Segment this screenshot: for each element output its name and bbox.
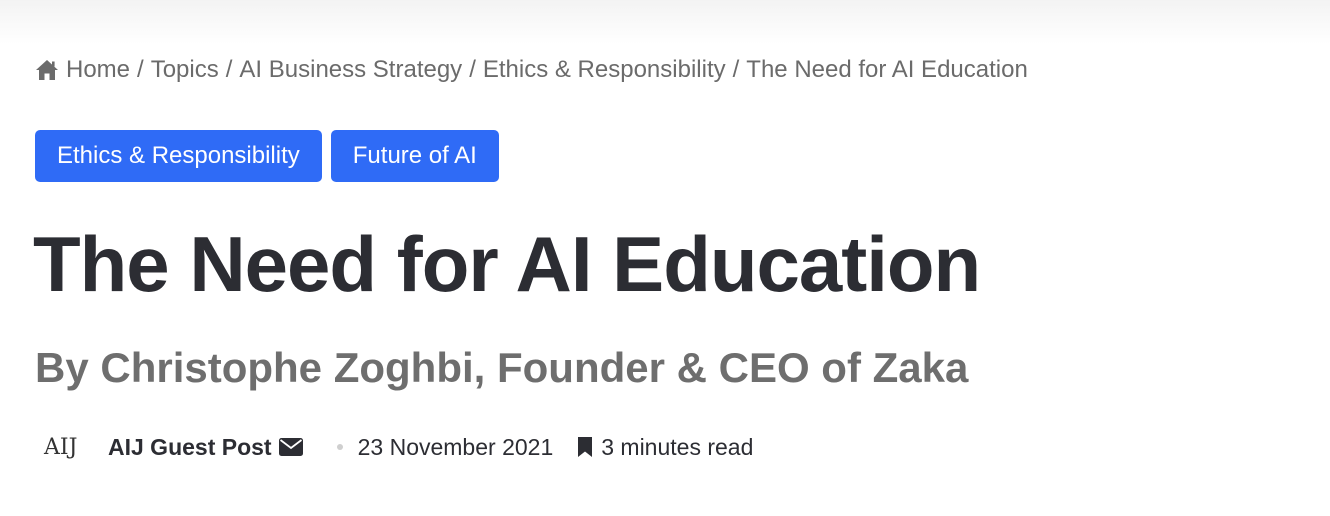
breadcrumb-ai-business-strategy-link[interactable]: AI Business Strategy [239, 56, 462, 84]
breadcrumb-ethics-link[interactable]: Ethics & Responsibility [483, 56, 726, 84]
breadcrumb-current-page: The Need for AI Education [746, 56, 1028, 83]
envelope-icon[interactable] [278, 438, 303, 456]
reading-time: 3 minutes read [601, 433, 754, 460]
category-tags: Ethics & Responsibility Future of AI [35, 130, 499, 182]
meta-separator-dot [336, 444, 343, 450]
bookmark-icon [578, 437, 593, 457]
breadcrumb-home-link[interactable]: Home [66, 56, 130, 84]
top-shadow [0, 0, 1330, 44]
publish-date: 23 November 2021 [357, 433, 554, 460]
breadcrumb-separator: / [225, 56, 233, 83]
tag-ethics-responsibility[interactable]: Ethics & Responsibility [35, 130, 322, 182]
article-title: The Need for AI Education [33, 220, 981, 308]
author-avatar[interactable]: AIJ [44, 435, 96, 460]
article-meta: AIJ AIJ Guest Post 23 November 2021 3 mi… [44, 426, 753, 468]
home-icon[interactable] [35, 59, 59, 81]
article-header-page: Home / Topics / AI Business Strategy / E… [0, 0, 1330, 516]
breadcrumb: Home / Topics / AI Business Strategy / E… [35, 54, 1028, 86]
breadcrumb-separator: / [469, 56, 476, 83]
breadcrumb-separator: / [732, 56, 740, 83]
tag-future-of-ai[interactable]: Future of AI [330, 130, 499, 182]
author-name-link[interactable]: AIJ Guest Post [108, 434, 272, 461]
breadcrumb-separator: / [137, 56, 144, 83]
breadcrumb-topics-link[interactable]: Topics [151, 56, 219, 84]
article-subtitle: By Christophe Zoghbi, Founder & CEO of Z… [35, 344, 969, 391]
